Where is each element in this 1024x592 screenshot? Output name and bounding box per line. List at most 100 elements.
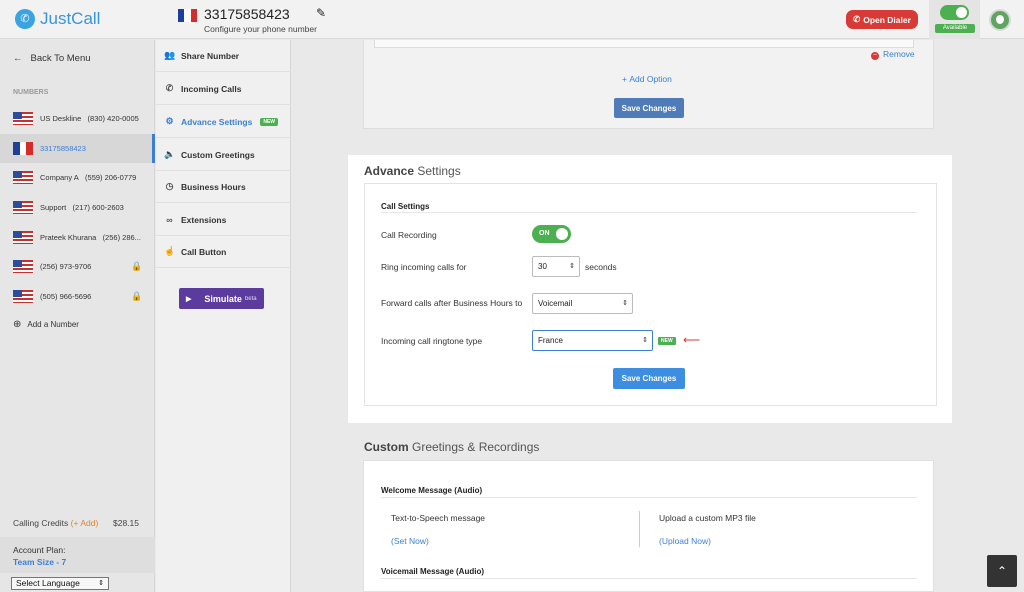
language-select-value: Select Language bbox=[16, 578, 80, 588]
number-item[interactable]: (256) 973-9706 🔒 bbox=[0, 252, 155, 281]
title-rest: Settings bbox=[414, 164, 461, 178]
phone-logo-icon: ✆ bbox=[15, 9, 35, 29]
settings-menu: 👥 Share Number ✆ Incoming Calls ⚙ Advanc… bbox=[156, 40, 291, 592]
plus-circle-icon: ⊕ bbox=[13, 319, 22, 330]
add-option-link[interactable]: + Add Option bbox=[622, 74, 672, 84]
ringtone-type-label: Incoming call ringtone type bbox=[381, 336, 483, 346]
number-name: Prateek Khurana bbox=[40, 233, 97, 242]
edit-pencil-icon[interactable]: ✎ bbox=[316, 6, 326, 20]
title-rest: Greetings & Recordings bbox=[408, 440, 540, 454]
menu-item-share-number[interactable]: 👥 Share Number bbox=[156, 40, 291, 72]
number-item[interactable]: Support (217) 600-2603 bbox=[0, 193, 155, 222]
simulate-button[interactable]: ▶ Simulate beta bbox=[179, 288, 264, 309]
menu-item-label: Advance Settings bbox=[181, 116, 253, 127]
link-icon: ∞ bbox=[166, 214, 173, 225]
menu-item-custom-greetings[interactable]: 🔈 Custom Greetings bbox=[156, 139, 291, 171]
ring-duration-select[interactable]: 30 ⇕ bbox=[532, 256, 580, 277]
calling-credits: Calling Credits (+ Add) $28.15 bbox=[13, 518, 143, 528]
add-option-label: Add Option bbox=[629, 74, 672, 84]
phone-icon: ✆ bbox=[853, 14, 861, 24]
voicemail-message-heading: Voicemail Message (Audio) bbox=[381, 567, 484, 576]
upload-now-link[interactable]: (Upload Now) bbox=[659, 536, 711, 546]
number-value: 33175858423 bbox=[40, 144, 86, 153]
back-label: Back To Menu bbox=[30, 53, 91, 64]
custom-greetings-title: Custom Greetings & Recordings bbox=[364, 440, 539, 454]
new-badge: NEW bbox=[260, 117, 278, 126]
divider bbox=[381, 578, 917, 579]
menu-item-business-hours[interactable]: ◷ Business Hours bbox=[156, 171, 291, 203]
forward-calls-label: Forward calls after Business Hours to bbox=[381, 298, 523, 308]
menu-item-incoming-calls[interactable]: ✆ Incoming Calls bbox=[156, 73, 291, 105]
number-value: (559) 206-0779 bbox=[85, 173, 137, 182]
top-bar: ✆ JustCall 33175858423 Configure your ph… bbox=[0, 0, 1024, 39]
app-logo[interactable]: ✆ JustCall bbox=[15, 9, 100, 29]
lock-icon: 🔒 bbox=[131, 291, 143, 301]
number-item[interactable]: Company A (559) 206-0779 bbox=[0, 163, 155, 192]
speaker-icon: 🔈 bbox=[164, 149, 176, 159]
add-number-label: Add a Number bbox=[27, 320, 79, 329]
open-dialer-button[interactable]: ✆ Open Dialer bbox=[846, 10, 918, 29]
ringtone-type-select[interactable]: France ⇕ bbox=[532, 330, 653, 351]
us-flag-icon bbox=[13, 290, 33, 303]
menu-item-extensions[interactable]: ∞ Extensions bbox=[156, 204, 291, 236]
ring-duration-value: 30 bbox=[538, 262, 547, 271]
options-panel: − Remove + Add Option Save Changes bbox=[363, 40, 934, 129]
users-icon: 👥 bbox=[164, 50, 176, 60]
select-arrows-icon: ⇕ bbox=[569, 263, 575, 270]
credits-amount: $28.15 bbox=[113, 518, 139, 528]
save-changes-button[interactable]: Save Changes bbox=[613, 368, 685, 389]
number-item[interactable]: Prateek Khurana (256) 286... bbox=[0, 223, 155, 252]
ring-duration-label: Ring incoming calls for bbox=[381, 262, 467, 272]
number-item[interactable]: (505) 966-5696 🔒 bbox=[0, 282, 155, 311]
forward-calls-select[interactable]: Voicemail ⇕ bbox=[532, 293, 633, 314]
menu-item-advance-settings[interactable]: ⚙ Advance Settings NEW bbox=[156, 106, 291, 138]
seconds-unit: seconds bbox=[585, 262, 617, 272]
us-flag-icon bbox=[13, 260, 33, 273]
number-name: Company A bbox=[40, 173, 79, 182]
call-settings-card: Call Settings Call Recording ON Ring inc… bbox=[364, 183, 937, 406]
phone-number-title: 33175858423 bbox=[204, 6, 290, 22]
numbers-sidebar: ← Back To Menu NUMBERS US Deskline (830) … bbox=[0, 40, 155, 592]
set-now-link[interactable]: (Set Now) bbox=[391, 536, 429, 546]
gear-icon: ⚙ bbox=[165, 116, 174, 126]
france-flag-icon bbox=[178, 9, 197, 22]
lock-icon: 🔒 bbox=[131, 261, 143, 271]
main-content: − Remove + Add Option Save Changes Advanc… bbox=[292, 40, 1024, 592]
section-title: Advance Settings bbox=[364, 164, 461, 178]
number-item-active[interactable]: 33175858423 bbox=[0, 134, 155, 163]
user-avatar[interactable] bbox=[989, 9, 1011, 31]
plan-label: Account Plan: bbox=[13, 545, 66, 555]
open-dialer-label: Open Dialer bbox=[863, 14, 911, 25]
number-name: US Deskline bbox=[40, 114, 82, 123]
app-name: JustCall bbox=[40, 9, 101, 28]
tts-label: Text-to-Speech message bbox=[391, 513, 486, 523]
save-changes-button[interactable]: Save Changes bbox=[614, 98, 684, 118]
divider bbox=[381, 212, 917, 213]
availability-toggle[interactable] bbox=[940, 5, 969, 20]
number-name: Support bbox=[40, 203, 67, 212]
language-select[interactable]: Select Language ⇕ bbox=[11, 577, 109, 590]
call-recording-toggle[interactable]: ON bbox=[532, 225, 571, 243]
divider bbox=[381, 497, 917, 498]
select-arrows-icon: ⇕ bbox=[98, 580, 104, 587]
plus-icon: + bbox=[622, 74, 627, 84]
add-number-link[interactable]: ⊕ Add a Number bbox=[13, 319, 79, 330]
remove-link[interactable]: − Remove bbox=[871, 49, 915, 60]
menu-item-label: Call Button bbox=[181, 246, 227, 257]
vertical-divider bbox=[639, 511, 640, 547]
menu-item-call-button[interactable]: ☝ Call Button bbox=[156, 236, 291, 268]
arrow-left-icon: ← bbox=[13, 53, 23, 64]
us-flag-icon bbox=[13, 171, 33, 184]
plan-value[interactable]: Team Size - 7 bbox=[13, 557, 142, 567]
custom-greetings-card: Welcome Message (Audio) Text-to-Speech m… bbox=[363, 460, 934, 592]
scroll-to-top-button[interactable]: ⌃ bbox=[987, 555, 1017, 587]
welcome-message-heading: Welcome Message (Audio) bbox=[381, 486, 483, 495]
numbers-heading: NUMBERS bbox=[13, 89, 49, 96]
call-recording-label: Call Recording bbox=[381, 230, 437, 240]
number-value: (217) 600-2603 bbox=[72, 203, 124, 212]
add-credits-link[interactable]: (+ Add) bbox=[71, 518, 99, 528]
menu-item-label: Extensions bbox=[181, 214, 227, 225]
back-to-menu-link[interactable]: ← Back To Menu bbox=[13, 53, 91, 64]
number-item[interactable]: US Deskline (830) 420-0005 bbox=[0, 104, 155, 133]
us-flag-icon bbox=[13, 231, 33, 244]
